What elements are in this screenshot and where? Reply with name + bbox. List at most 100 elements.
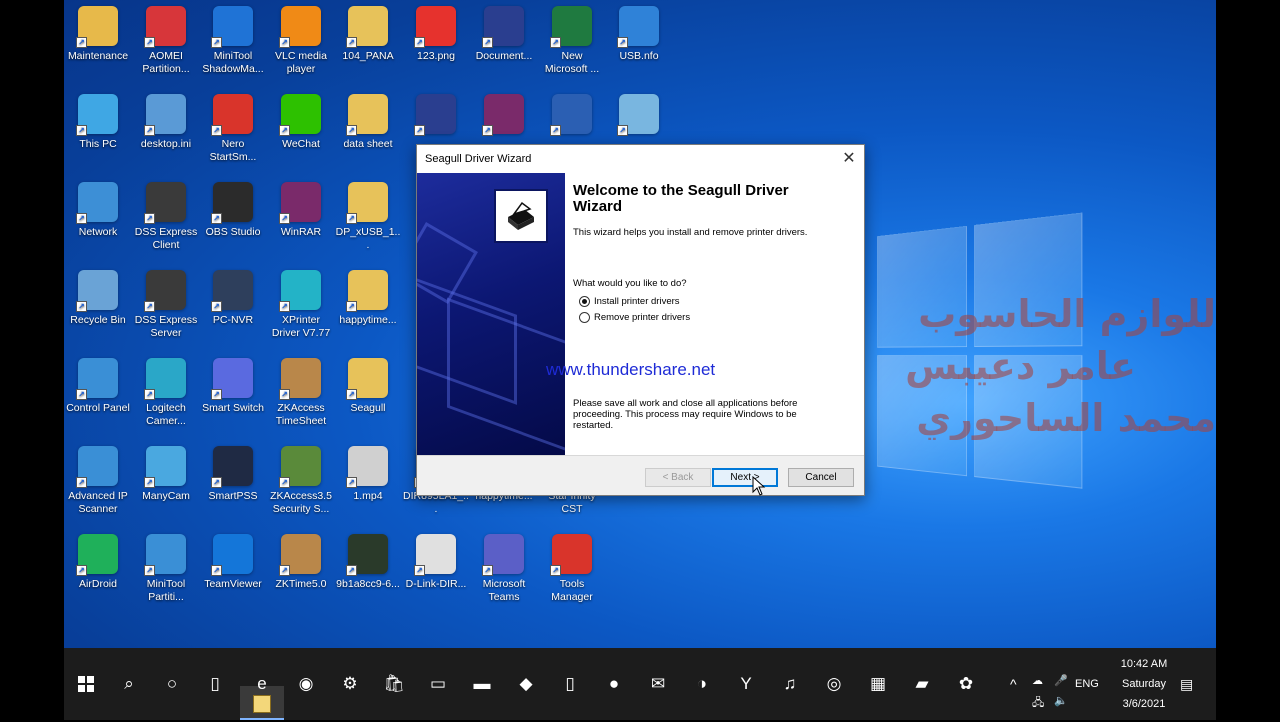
desktop-icon[interactable]: ↗ OBS Studio	[199, 176, 267, 264]
app-icon[interactable]: ▭	[420, 666, 456, 702]
shortcut-arrow-icon: ↗	[76, 389, 87, 400]
desktop-icon[interactable]: ↗ PC-NVR	[199, 264, 267, 352]
anydesk-icon[interactable]: ◆	[508, 666, 544, 702]
shortcut-arrow-icon: ↗	[211, 125, 222, 136]
store-icon[interactable]: 🛍	[376, 666, 412, 702]
desktop-icon[interactable]: ↗ Tools Manager	[538, 528, 606, 616]
desktop-icon-label: TeamViewer	[204, 578, 262, 590]
task-view-icon[interactable]: ▯	[197, 666, 233, 702]
cancel-button[interactable]: Cancel	[788, 468, 854, 487]
desktop-icon[interactable]: ↗ SmartPSS	[199, 440, 267, 528]
pc-nvr-icon: ↗	[211, 270, 253, 312]
usb-icon[interactable]: ▯	[552, 666, 588, 702]
desktop-icon-label: MiniTool ShadowMa...	[202, 50, 264, 75]
volume-icon[interactable]: 🔈	[1054, 694, 1068, 707]
desktop-icon[interactable]: ↗ D-Link-DIR...	[402, 528, 470, 616]
camera-icon[interactable]: ●	[596, 666, 632, 702]
desktop-icon[interactable]: ↗ 104_PANA	[334, 0, 402, 88]
start-windows-icon[interactable]	[68, 666, 104, 702]
desktop-icon[interactable]: ↗ Smart Switch	[199, 352, 267, 440]
notifications-icon[interactable]: ▤	[1180, 676, 1193, 693]
desktop-icon[interactable]: ↗ MiniTool Partiti...	[132, 528, 200, 616]
desktop-icon[interactable]: ↗ Advanced IP Scanner	[64, 440, 132, 528]
desktop-icon[interactable]: ↗ DSS Express Server	[132, 264, 200, 352]
network-scanner-icon[interactable]: ⚙	[332, 666, 368, 702]
desktop-icon[interactable]: ↗ ZKTime5.0	[267, 528, 335, 616]
network-icon[interactable]: 🖧	[1032, 694, 1044, 713]
calculator-icon[interactable]: ▦	[860, 666, 896, 702]
language-indicator[interactable]: ENG	[1075, 678, 1099, 690]
shortcut-arrow-icon: ↗	[144, 301, 155, 312]
desktop-icon-label: Seagull	[350, 402, 386, 414]
desktop-icon-label: Microsoft Teams	[482, 578, 526, 603]
desktop-icon[interactable]: ↗ Maintenance	[64, 0, 132, 88]
desktop-icon[interactable]: ↗ Seagull	[334, 352, 402, 440]
desktop-icon[interactable]: ↗ Network	[64, 176, 132, 264]
desktop-icon[interactable]: ↗ DP_xUSB_1...	[334, 176, 402, 264]
dialog-titlebar[interactable]: Seagull Driver Wizard ✕	[417, 145, 864, 173]
microphone-icon[interactable]: 🎤	[1054, 674, 1068, 687]
desktop-icon[interactable]: ↗ 1.mp4	[334, 440, 402, 528]
desktop-icon[interactable]: ↗ AOMEI Partition...	[132, 0, 200, 88]
desktop-icon-label: Control Panel	[66, 402, 130, 414]
desktop-icon-label: DSS Express Client	[134, 226, 198, 251]
desktop-icon[interactable]: ↗ ManyCam	[132, 440, 200, 528]
show-hidden-icons-icon[interactable]: ^	[1010, 676, 1017, 692]
clock-time[interactable]: 10:42 AM	[1114, 658, 1174, 670]
desktop-icon[interactable]: ↗ AirDroid	[64, 528, 132, 616]
cloud-icon[interactable]: ☁	[1032, 674, 1043, 687]
desktop-icon[interactable]: ↗ Microsoft Teams	[470, 528, 538, 616]
desktop-icon[interactable]: ↗ happytime...	[334, 264, 402, 352]
close-icon[interactable]: ✕	[834, 145, 864, 173]
smartpss-icon: ↗	[211, 446, 253, 488]
capture-icon[interactable]: ◎	[816, 666, 852, 702]
clock-date[interactable]: 3/6/2021	[1114, 698, 1174, 710]
edge-legacy-icon[interactable]: e	[244, 666, 280, 702]
desktop-icon[interactable]: ↗ ZKAccess TimeSheet	[267, 352, 335, 440]
desktop-icon[interactable]: ↗ WinRAR	[267, 176, 335, 264]
back-button[interactable]: < Back	[645, 468, 711, 487]
desktop-icon-label: AOMEI Partition...	[142, 50, 190, 75]
install-radio[interactable]	[579, 296, 590, 307]
desktop-icon[interactable]: ↗ WeChat	[267, 88, 335, 176]
edge-icon[interactable]: ◑	[684, 666, 720, 702]
desktop-icon[interactable]: ↗ Logitech Camer...	[132, 352, 200, 440]
shortcut-arrow-icon: ↗	[346, 565, 357, 576]
chrome-icon[interactable]: ◉	[288, 666, 324, 702]
remove-radio[interactable]	[579, 312, 590, 323]
desktop-icon[interactable]: ↗ Control Panel	[64, 352, 132, 440]
desktop-icon-label: WeChat	[282, 138, 320, 150]
folder-icon: ↗	[346, 358, 388, 400]
desktop-icon[interactable]: ↗ MiniTool ShadowMa...	[199, 0, 267, 88]
remove-drivers-option[interactable]: Remove printer drivers	[579, 312, 856, 323]
desktop-icon[interactable]: ↗ TeamViewer	[199, 528, 267, 616]
desktop-icon[interactable]: ↗ New Microsoft ...	[538, 0, 606, 88]
desktop-icon[interactable]: ↗ 9b1a8cc9-6...	[334, 528, 402, 616]
file-explorer-icon[interactable]: ▰	[904, 666, 940, 702]
desktop-icon[interactable]: ↗ ZKAccess3.5 Security S...	[267, 440, 335, 528]
desktop-icon[interactable]: ↗ Document...	[470, 0, 538, 88]
app-grid-icon[interactable]: ✿	[948, 666, 984, 702]
desktop-icon[interactable]: ↗ DSS Express Client	[132, 176, 200, 264]
desktop-icon[interactable]: ↗ This PC	[64, 88, 132, 176]
desktop-icon-label: Logitech Camer...	[146, 402, 186, 427]
cortana-icon[interactable]: ○	[154, 666, 190, 702]
desktop-icon[interactable]: ↗ 123.png	[402, 0, 470, 88]
mail-icon[interactable]: ✉	[640, 666, 676, 702]
desktop-icon[interactable]: ↗ Recycle Bin	[64, 264, 132, 352]
terminal-icon[interactable]: ▬	[464, 666, 500, 702]
desktop-icon[interactable]: ↗ desktop.ini	[132, 88, 200, 176]
desktop-icon[interactable]: ↗ XPrinter Driver V7.77	[267, 264, 335, 352]
desktop-icon[interactable]: ↗ Nero StartSm...	[199, 88, 267, 176]
desktop-icon[interactable]: ↗ USB.nfo	[605, 0, 673, 88]
clock-day[interactable]: Saturday	[1114, 678, 1174, 690]
media-icon[interactable]: ♫	[772, 666, 808, 702]
yandex-icon[interactable]: Y	[728, 666, 764, 702]
next-button[interactable]: Next >	[712, 468, 778, 487]
dss-server-icon: ↗	[144, 270, 186, 312]
install-drivers-option[interactable]: Install printer drivers	[579, 296, 856, 307]
search-icon[interactable]: ⌕	[111, 666, 147, 702]
shortcut-arrow-icon: ↗	[144, 477, 155, 488]
desktop-icon[interactable]: ↗ data sheet	[334, 88, 402, 176]
desktop-icon[interactable]: ↗ VLC media player	[267, 0, 335, 88]
